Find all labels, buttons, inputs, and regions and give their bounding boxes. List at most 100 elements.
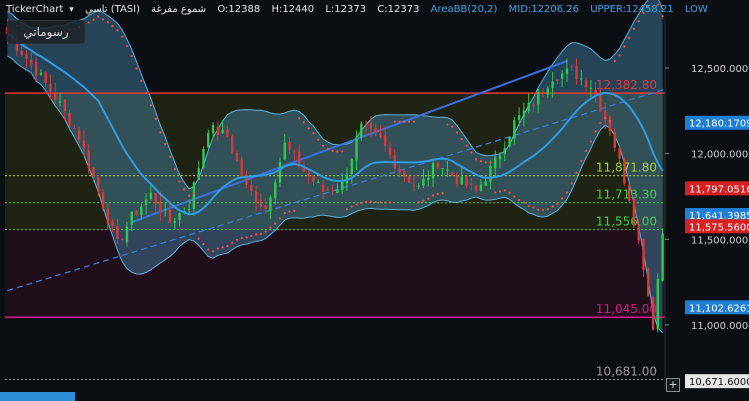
sar-dot	[159, 131, 162, 134]
y-tick-label: 11,000.0000	[691, 321, 749, 332]
sar-dot	[455, 131, 459, 134]
sar-dot	[360, 201, 363, 205]
candle-body	[374, 128, 377, 133]
candle-body	[613, 132, 616, 148]
sar-dot	[92, 18, 95, 21]
candle-body	[39, 73, 43, 75]
candle-body	[87, 150, 90, 168]
candle-body	[489, 165, 492, 182]
candle-body	[427, 177, 430, 180]
candle-body	[293, 151, 296, 153]
dropdown-menu-icon[interactable]: ▾	[69, 5, 74, 15]
sar-dot	[216, 247, 219, 250]
sar-dot	[254, 233, 258, 236]
sar-dot	[121, 35, 124, 38]
candle-body	[627, 185, 631, 201]
watermark-logo: رسوماتي	[7, 20, 85, 44]
sar-dot	[269, 226, 272, 229]
sar-dot	[298, 117, 301, 120]
sar-dot	[479, 160, 482, 163]
candle-body	[527, 102, 530, 112]
sar-dot	[589, 140, 592, 143]
sar-dot	[436, 192, 439, 195]
indicator-lower: LOW	[684, 4, 708, 15]
candle-body	[197, 168, 200, 180]
sar-dot	[613, 60, 616, 63]
sar-dot	[250, 234, 253, 237]
sar-dot	[183, 188, 186, 191]
sar-dot	[561, 197, 564, 200]
candle-body	[101, 192, 105, 209]
add-panel-button[interactable]: +	[666, 378, 680, 392]
sar-dot	[522, 201, 526, 204]
candle-body	[164, 209, 167, 211]
candle-body	[565, 68, 569, 75]
candle-body	[642, 239, 645, 270]
level-label: 11,556.00	[596, 215, 657, 229]
candle-body	[34, 62, 38, 77]
sar-dot	[446, 123, 449, 126]
ohlc-high: H:12440	[271, 4, 315, 15]
sar-dot	[565, 191, 569, 194]
candle-body	[498, 155, 502, 160]
candle-body	[321, 184, 325, 192]
candle-body	[474, 185, 478, 191]
candle-body	[417, 185, 420, 187]
sar-dot	[293, 209, 296, 213]
sar-dot	[240, 236, 243, 240]
sar-dot	[537, 208, 540, 211]
price-badge-label: 11,797.0516	[689, 184, 749, 195]
candle-body	[144, 199, 148, 205]
sar-dot	[283, 212, 286, 215]
sar-dot	[302, 121, 306, 124]
candle-body	[388, 147, 392, 155]
candle-body	[580, 78, 583, 80]
candle-body	[479, 184, 483, 191]
sar-dot	[374, 201, 377, 204]
sar-dot	[484, 161, 487, 164]
candle-body	[97, 177, 100, 192]
symbol-label[interactable]: تاسي (TASI)	[85, 4, 140, 15]
candle-body	[259, 200, 263, 207]
candle-body	[470, 183, 473, 185]
sar-dot	[192, 192, 196, 195]
indicator-name[interactable]: AreaBB(20,2)	[431, 4, 498, 15]
sar-dot	[441, 192, 444, 195]
candle-body	[637, 224, 640, 241]
sar-dot	[513, 195, 516, 198]
candle-body	[54, 92, 57, 100]
candle-body	[436, 163, 440, 169]
chart-type-label[interactable]: شموع مفرغة	[151, 4, 206, 15]
sar-dot	[235, 238, 239, 241]
sar-dot	[364, 200, 368, 203]
sar-dot	[274, 222, 277, 225]
sar-dot	[518, 198, 521, 202]
candle-body	[364, 124, 368, 126]
candle-body	[336, 189, 339, 194]
sar-dot	[604, 117, 607, 120]
candle-body	[168, 209, 172, 223]
candle-body	[403, 170, 406, 177]
candle-body	[92, 167, 95, 177]
candle-body	[235, 153, 239, 161]
candle-body	[412, 184, 416, 186]
price-chart[interactable]: 12,382.80 11,871.80 11,713.30 11,556.00 11,0…	[0, 0, 749, 401]
sar-dot	[451, 125, 454, 128]
candle-body	[25, 54, 28, 60]
sar-dot	[226, 245, 229, 248]
sar-dot	[87, 21, 90, 24]
sar-dot	[278, 217, 282, 220]
sar-dot	[460, 137, 463, 141]
sar-dot	[135, 67, 138, 70]
candle-body	[269, 197, 272, 212]
sar-dot	[221, 246, 224, 249]
candle-body	[63, 99, 66, 111]
candle-body	[73, 128, 76, 130]
sar-dot	[140, 79, 143, 82]
sar-dot	[628, 36, 631, 39]
candle-body	[422, 178, 425, 186]
candle-body	[494, 157, 497, 169]
sar-dot	[312, 132, 315, 135]
candle-body	[211, 124, 215, 134]
candle-body	[541, 91, 545, 94]
